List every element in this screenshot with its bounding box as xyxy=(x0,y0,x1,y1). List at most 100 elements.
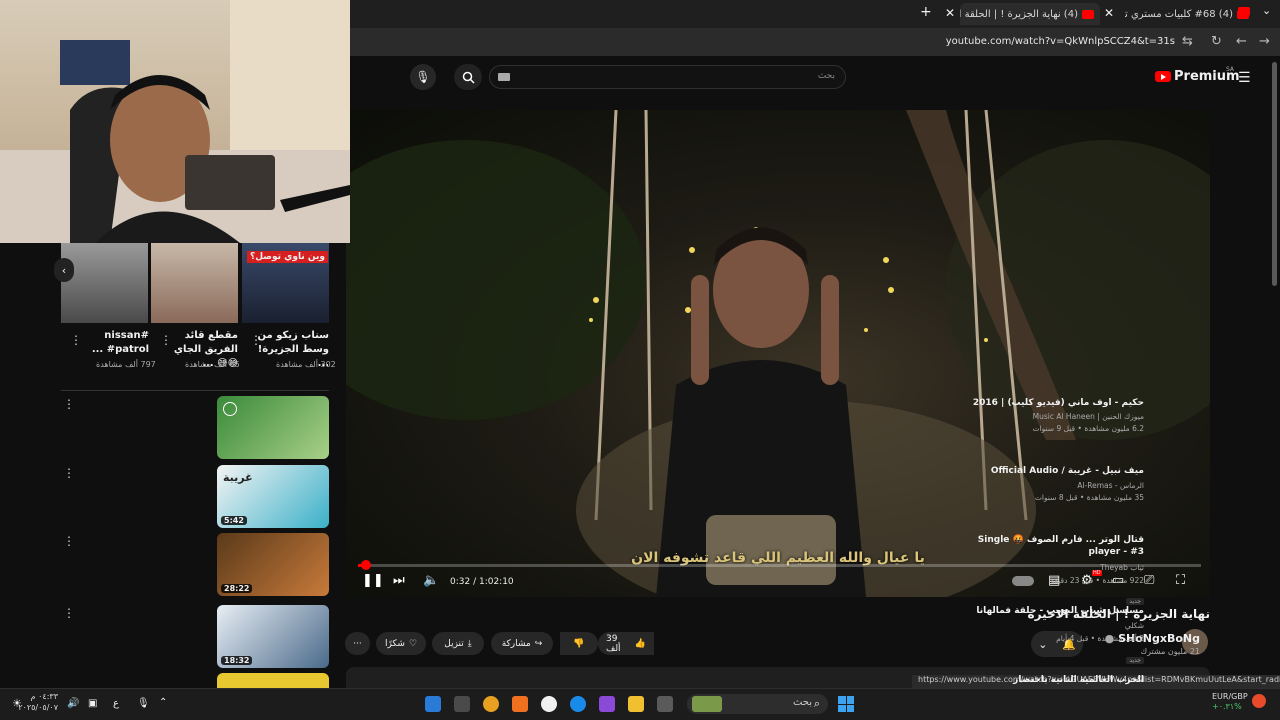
close-tab-icon[interactable]: ✕ xyxy=(1104,6,1114,20)
currency-widget[interactable]: EUR/GBP +٠.٣١% xyxy=(1212,692,1248,712)
download-button[interactable]: تنزيل ⤓ xyxy=(432,632,484,655)
volume-icon[interactable]: 🔊 xyxy=(67,698,79,709)
next-icon[interactable]: ⏭ xyxy=(393,573,405,588)
share-button[interactable]: مشاركة ↪ xyxy=(491,632,553,655)
rec-meta: 922 مشاهدة • قبل 23 دقيقة xyxy=(1050,576,1144,585)
youtube-premium-logo[interactable]: Premium SA xyxy=(1155,66,1240,84)
rec-meta: 35 مليون مشاهدة • قبل 8 سنوات xyxy=(1034,493,1144,502)
time-display: 0:32 / 1:02:10 xyxy=(450,577,514,587)
thumbs-up-icon: 👍 xyxy=(634,638,646,649)
duration-badge: 28:22 xyxy=(221,584,253,593)
notification-icon[interactable] xyxy=(1252,694,1266,708)
tab-label: (4) #68 كلبيات مستري تاون MT xyxy=(1125,8,1233,20)
edge-icon[interactable] xyxy=(570,696,586,712)
video-thumbnail[interactable] xyxy=(217,673,329,688)
dislike-button[interactable]: 👎 xyxy=(560,632,598,655)
back-icon[interactable]: ← xyxy=(1236,34,1247,49)
kebab-icon[interactable]: ⋮ xyxy=(63,397,75,411)
rec-title[interactable]: حكيم - اوف ماني (فيديو كليب) | 2016 xyxy=(949,397,1144,409)
thanks-button[interactable]: شكرًا ♡ xyxy=(376,632,426,655)
clock-icon xyxy=(223,402,237,416)
rec-title[interactable]: قتال الوتر ... فارم الصوف 🤬 Single playe… xyxy=(949,534,1144,558)
url-text[interactable]: youtube.com/watch?v=QkWnlpSCCZ4&t=31s xyxy=(946,36,1175,47)
network-icon[interactable]: ▣ xyxy=(88,698,97,709)
webcam-overlay xyxy=(0,0,350,243)
microphone-icon[interactable]: 🎙 xyxy=(410,64,436,90)
obs-icon[interactable] xyxy=(599,696,615,712)
tab-inactive[interactable]: (4) #68 كلبيات مستري تاون MT xyxy=(1125,3,1255,25)
rec-title[interactable]: مسلسل شباب البومب - حلقة فمالهانا xyxy=(949,605,1144,617)
share-label: مشاركة xyxy=(501,638,531,649)
app-icon[interactable] xyxy=(483,696,499,712)
kebab-icon[interactable]: ⋮ xyxy=(63,606,75,620)
keyboard-icon[interactable] xyxy=(498,73,510,81)
video-thumbnail[interactable]: 28:22 xyxy=(217,533,329,596)
chrome-icon[interactable] xyxy=(541,696,557,712)
subscriber-count: 21 مليون مشترك xyxy=(1140,647,1200,656)
short-thumbnail[interactable] xyxy=(61,243,148,323)
chevron-up-icon[interactable]: ⌃ xyxy=(159,697,167,708)
search-input[interactable]: بحث xyxy=(489,65,846,89)
kebab-icon[interactable]: ⋮ xyxy=(160,333,172,347)
xbox-icon[interactable] xyxy=(454,696,470,712)
page-scrollbar[interactable] xyxy=(1272,62,1277,286)
shorts-shelf: وين ناوي توصل؟ xyxy=(61,243,329,323)
search-icon[interactable] xyxy=(454,64,482,90)
progress-scrubber[interactable] xyxy=(361,560,371,570)
currency-change: +٠.٣١% xyxy=(1212,702,1242,711)
chevron-down-icon[interactable]: ⌄ xyxy=(1262,4,1271,17)
windows-start-icon[interactable] xyxy=(838,696,854,712)
kebab-icon[interactable]: ⋮ xyxy=(70,333,82,347)
kebab-icon[interactable]: ⋮ xyxy=(250,333,262,347)
search-icon: ⌕ xyxy=(813,697,820,710)
microphone-icon[interactable]: 🎙 xyxy=(137,698,150,709)
folder-icon[interactable] xyxy=(628,696,644,712)
rec-channel: الرماس - Al-Remas xyxy=(1077,481,1144,490)
reload-icon[interactable]: ↻ xyxy=(1211,34,1222,49)
tune-icon[interactable]: ⇆ xyxy=(1182,34,1193,49)
tab-active[interactable]: (4) نهاية الجزيرة ! | الحلقة الاخ xyxy=(960,3,1100,25)
tab-label: (4) نهاية الجزيرة ! | الحلقة الاخ xyxy=(960,8,1078,20)
taskbar-search-label: بحث xyxy=(792,697,812,708)
search-highlight-icon xyxy=(692,696,722,712)
heart-dollar-icon: ♡ xyxy=(408,638,418,649)
volume-icon[interactable]: 🔈 xyxy=(423,573,439,588)
like-button[interactable]: 39 ألف 👍 xyxy=(598,632,654,655)
sidebar-divider xyxy=(61,390,329,391)
short-title[interactable]: nissan# #patrol ... xyxy=(71,329,149,357)
fullscreen-icon[interactable]: ⛶ xyxy=(1176,573,1185,588)
more-actions-button[interactable]: ··· xyxy=(345,632,370,655)
short-views: 302 ألف مشاهدة xyxy=(276,360,336,369)
clock-date: ٢٠٢٥/٠٥/٠٧ xyxy=(18,703,58,712)
share-icon: ↪ xyxy=(534,638,543,649)
vlc-icon[interactable] xyxy=(512,696,528,712)
keyboard-language[interactable]: ع xyxy=(113,698,119,709)
new-badge: جديد xyxy=(1126,647,1144,666)
rec-title[interactable]: الحرب العالمية الثانية باختصار xyxy=(949,674,1144,686)
hamburger-menu-icon[interactable]: ☰ xyxy=(1238,70,1251,86)
store-icon[interactable] xyxy=(425,696,441,712)
rec-meta: 2 ألف مشاهدة • قبل 4 أيام xyxy=(1056,634,1144,643)
download-label: تنزيل xyxy=(444,638,464,649)
cast-icon[interactable]: ⎚ xyxy=(1144,573,1154,588)
short-thumbnail[interactable]: وين ناوي توصل؟ xyxy=(242,243,329,323)
short-thumbnail[interactable] xyxy=(151,243,238,323)
video-thumbnail[interactable]: غريبة 5:42 xyxy=(217,465,329,528)
kebab-icon[interactable]: ⋮ xyxy=(63,534,75,548)
close-tab-icon[interactable]: ✕ xyxy=(945,6,955,20)
duration-badge: 18:32 xyxy=(221,656,253,665)
video-thumbnail[interactable]: 18:32 xyxy=(217,605,329,668)
currency-pair: EUR/GBP xyxy=(1212,692,1248,701)
kebab-icon[interactable]: ⋮ xyxy=(63,466,75,480)
plus-icon[interactable]: + xyxy=(920,4,932,20)
taskbar-clock[interactable]: ٠٤:٣٣ م ٢٠٢٥/٠٥/٠٧ xyxy=(18,691,58,713)
pause-icon[interactable]: ❚❚ xyxy=(362,573,384,588)
thumb-text: غريبة xyxy=(223,471,253,484)
forward-icon[interactable]: → xyxy=(1259,34,1270,49)
video-player[interactable]: يا عيال والله العظيم اللي قاعد تشوفه الا… xyxy=(346,110,1210,597)
task-view-icon[interactable] xyxy=(657,696,673,712)
rec-title[interactable]: ميف نبيل - غريبة / Official Audio xyxy=(949,465,1144,477)
chevron-left-icon[interactable]: ‹ xyxy=(54,258,74,282)
short-thumb-text: وين ناوي توصل؟ xyxy=(247,251,328,263)
video-thumbnail[interactable] xyxy=(217,396,329,459)
